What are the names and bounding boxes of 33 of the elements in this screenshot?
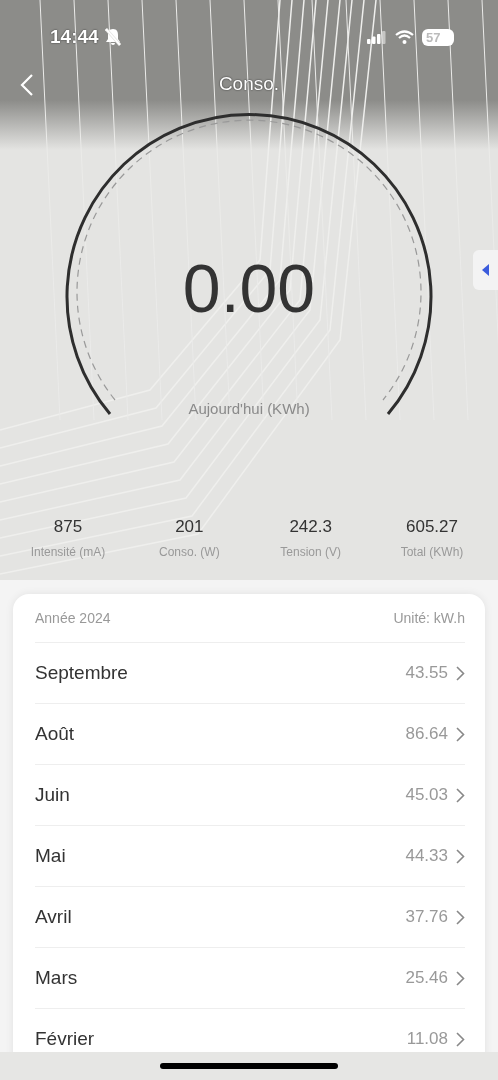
wifi-icon [395,30,414,44]
chevron-icon [456,665,465,681]
status-time: 14:44 [50,26,99,48]
side-tab-button[interactable] [473,250,498,290]
signal-icon [367,30,387,44]
stat-value: 875 [53,517,83,537]
stat-label: Total (KWh) [400,545,464,559]
chevron-icon [456,848,465,864]
chevron-icon [456,970,465,986]
left-triangle-icon [481,264,490,276]
gauge-value: 0.00 [182,249,316,327]
month-row[interactable]: Mai 44.33 [35,826,465,887]
stat-value: 605.27 [406,517,458,537]
month-row[interactable]: Septembre 43.55 [35,643,465,704]
back-button[interactable] [18,73,36,97]
stat-label: Intensité (mA) [30,545,106,559]
gauge-label: Aujourd'hui (KWh) [188,400,310,417]
stat-value: 242.3 [289,517,332,537]
month-row[interactable]: Juin 45.03 [35,765,465,826]
unit-label: Unité: kW.h [393,610,465,626]
chevron-icon [456,909,465,925]
chevron-icon [456,726,465,742]
stat-value: 201 [175,517,204,537]
chevron-icon [456,1031,465,1047]
stat-label: Tension (V) [280,545,341,559]
battery-icon: 57 [422,28,454,46]
chevron-icon [456,787,465,803]
month-row[interactable]: Avril 37.76 [35,887,465,948]
month-row[interactable]: Août 86.64 [35,704,465,765]
muted-bell-icon [104,28,121,46]
month-row[interactable]: Mars 25.46 [35,948,465,1009]
year-label: Année 2024 [35,610,111,626]
stat-label: Conso. (W) [159,545,220,559]
